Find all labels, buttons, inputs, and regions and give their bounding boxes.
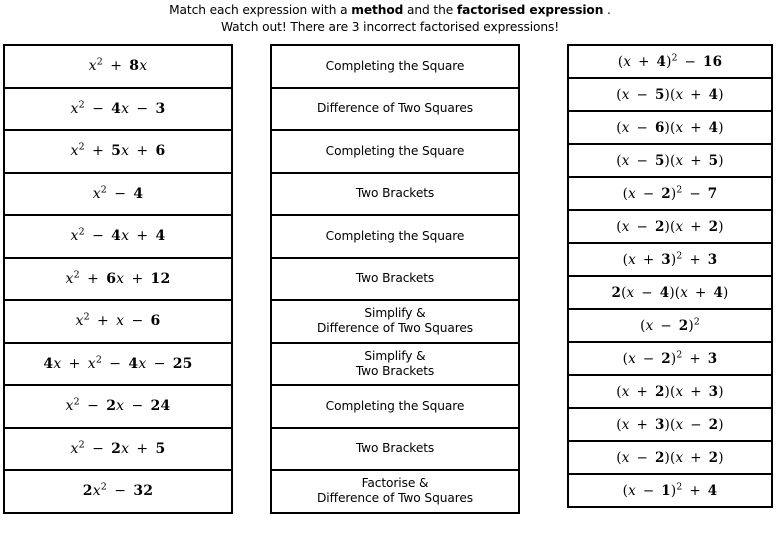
method-cell[interactable]: Completing the Square bbox=[270, 384, 520, 429]
method-line-2: Difference of Two Squares bbox=[317, 491, 473, 506]
method-line-1: Completing the Square bbox=[325, 58, 465, 73]
method-cell[interactable]: Completing the Square bbox=[270, 44, 520, 89]
expression-cell[interactable]: x2 + 6x + 12 bbox=[3, 256, 233, 301]
factorised-expression-text: (x − 2)(x + 2) bbox=[616, 449, 724, 466]
factorised-expression-cell[interactable]: (x − 2)2 bbox=[567, 308, 773, 343]
factorised-expression-cell[interactable]: (x − 1)2 + 4 bbox=[567, 473, 773, 508]
factorised-expression-cell[interactable]: (x − 5)(x + 4) bbox=[567, 77, 773, 112]
factorised-expression-text: (x + 4)2 − 16 bbox=[617, 52, 723, 70]
expression-text: 4x + x2 − 4x − 25 bbox=[43, 354, 193, 372]
method-line-1: Two Brackets bbox=[355, 186, 435, 201]
method-cell[interactable]: Factorise & Difference of Two Squares bbox=[270, 469, 520, 514]
expression-cell[interactable]: 4x + x2 − 4x − 25 bbox=[3, 341, 233, 386]
factorised-expression-cell[interactable]: (x − 2)2 − 7 bbox=[567, 176, 773, 211]
method-cell[interactable]: Two Brackets bbox=[270, 171, 520, 216]
expression-cell[interactable]: x2 − 4x + 4 bbox=[3, 214, 233, 259]
factorised-expression-text: (x − 5)(x + 5) bbox=[616, 152, 724, 169]
method-cell[interactable]: Two Brackets bbox=[270, 256, 520, 301]
method-cell[interactable]: Two Brackets bbox=[270, 426, 520, 471]
expression-cell[interactable]: x2 − 4 bbox=[3, 171, 233, 216]
factorised-expression-text: (x + 3)2 + 3 bbox=[622, 250, 718, 268]
expression-text: x2 + 5x + 6 bbox=[70, 141, 166, 160]
method-cell[interactable]: Simplify & Two Brackets bbox=[270, 341, 520, 386]
method-line-2: Two Brackets bbox=[355, 363, 435, 378]
factorised-expression-text: (x + 2)(x + 3) bbox=[616, 383, 724, 400]
expression-cell[interactable]: x2 + 8x bbox=[3, 44, 233, 89]
factorised-expression-text: (x − 2)(x + 2) bbox=[616, 218, 724, 235]
factorised-expression-cell[interactable]: (x − 5)(x + 5) bbox=[567, 143, 773, 178]
factorised-expression-cell[interactable]: (x − 2)(x + 2) bbox=[567, 209, 773, 244]
expression-text: x2 + 6x + 12 bbox=[65, 269, 171, 287]
matching-board: x2 + 8x x2 − 4x − 3 x2 + 5x + 6 x2 − 4 x2 − … bbox=[0, 0, 780, 540]
factorised-expression-cell[interactable]: (x + 4)2 − 16 bbox=[567, 44, 773, 79]
expression-cell[interactable]: x2 + 5x + 6 bbox=[3, 129, 233, 174]
method-line-1: Two Brackets bbox=[355, 441, 435, 456]
expression-cell[interactable]: x2 − 4x − 3 bbox=[3, 86, 233, 131]
factorised-expression-cell[interactable]: (x + 3)2 + 3 bbox=[567, 242, 773, 277]
factorised-expression-text: (x − 1)2 + 4 bbox=[622, 481, 718, 499]
method-cell[interactable]: Completing the Square bbox=[270, 129, 520, 174]
expression-cell[interactable]: x2 − 2x − 24 bbox=[3, 384, 233, 429]
expression-cell[interactable]: 2x2 − 32 bbox=[3, 469, 233, 514]
expression-text: x2 − 2x − 24 bbox=[65, 396, 171, 415]
method-line-1: Two Brackets bbox=[355, 271, 435, 286]
expression-text: x2 + x − 6 bbox=[75, 311, 161, 330]
method-line-1: Simplify & bbox=[364, 348, 426, 363]
expression-cell[interactable]: x2 + x − 6 bbox=[3, 299, 233, 344]
method-line-1: Completing the Square bbox=[325, 398, 465, 413]
factorised-expression-cell[interactable]: (x − 2)(x + 2) bbox=[567, 440, 773, 475]
method-cell[interactable]: Difference of Two Squares bbox=[270, 86, 520, 131]
expression-text: x2 + 8x bbox=[88, 56, 148, 75]
factorised-expression-cell[interactable]: 2(x − 4)(x + 4) bbox=[567, 275, 773, 310]
expression-cell[interactable]: x2 − 2x + 5 bbox=[3, 426, 233, 471]
expressions-column: x2 + 8x x2 − 4x − 3 x2 + 5x + 6 x2 − 4 x2 − … bbox=[3, 44, 233, 514]
method-cell[interactable]: Simplify & Difference of Two Squares bbox=[270, 299, 520, 344]
factorised-expression-text: (x − 2)2 − 7 bbox=[622, 184, 718, 202]
method-line-2: Difference of Two Squares bbox=[317, 321, 473, 336]
factorised-expressions-column: (x + 4)2 − 16 (x − 5)(x + 4) (x − 6)(x + 4… bbox=[567, 44, 773, 508]
method-line-1: Completing the Square bbox=[325, 228, 465, 243]
factorised-expression-text: (x + 3)(x − 2) bbox=[616, 416, 724, 433]
expression-text: x2 − 2x + 5 bbox=[70, 439, 166, 457]
factorised-expression-cell[interactable]: (x − 6)(x + 4) bbox=[567, 110, 773, 145]
factorised-expression-text: (x − 2)2 + 3 bbox=[622, 349, 718, 367]
factorised-expression-text: (x − 2)2 bbox=[640, 316, 700, 334]
method-line-1: Difference of Two Squares bbox=[317, 101, 473, 116]
method-line-1: Completing the Square bbox=[325, 143, 465, 158]
factorised-expression-text: (x − 5)(x + 4) bbox=[616, 86, 724, 103]
method-line-1: Simplify & bbox=[364, 306, 426, 321]
methods-column: Completing the Square Difference of Two S… bbox=[270, 44, 520, 514]
expression-text: 2x2 − 32 bbox=[82, 481, 154, 500]
factorised-expression-cell[interactable]: (x − 2)2 + 3 bbox=[567, 341, 773, 376]
factorised-expression-text: (x − 6)(x + 4) bbox=[616, 119, 724, 136]
factorised-expression-text: 2(x − 4)(x + 4) bbox=[611, 284, 729, 301]
expression-text: x2 − 4x − 3 bbox=[70, 99, 166, 117]
factorised-expression-cell[interactable]: (x + 2)(x + 3) bbox=[567, 374, 773, 409]
expression-text: x2 − 4x + 4 bbox=[70, 226, 166, 245]
method-cell[interactable]: Completing the Square bbox=[270, 214, 520, 259]
method-line-1: Factorise & bbox=[361, 476, 429, 491]
factorised-expression-cell[interactable]: (x + 3)(x − 2) bbox=[567, 407, 773, 442]
expression-text: x2 − 4 bbox=[92, 184, 144, 202]
